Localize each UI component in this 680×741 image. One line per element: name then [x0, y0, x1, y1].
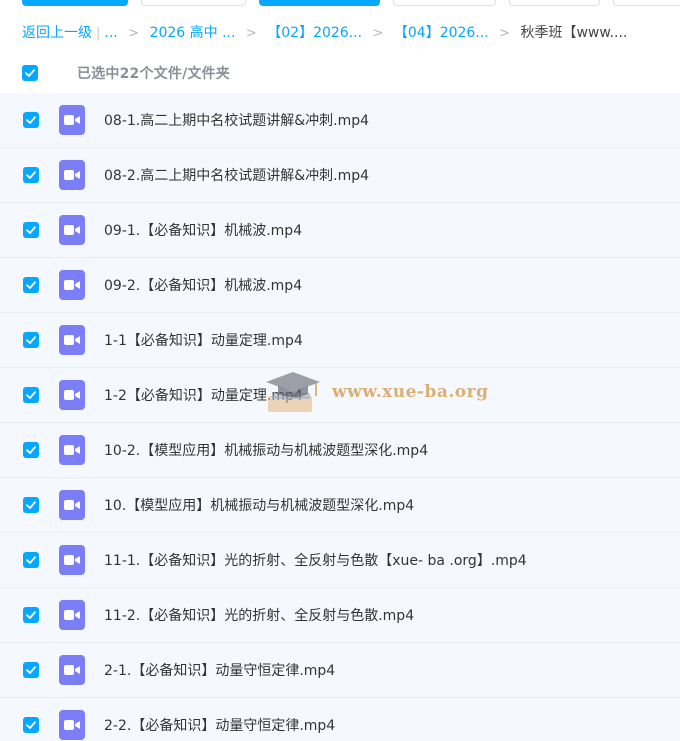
file-browser: 返回上一级 |... > 2026 高中 ... > 【02】2026... > …: [0, 0, 680, 741]
breadcrumb-ellipsis[interactable]: ...: [104, 25, 117, 41]
chevron-right-icon: >: [128, 26, 140, 41]
file-row[interactable]: 10-2.【模型应用】机械振动与机械波题型深化.mp4: [0, 423, 680, 478]
file-name[interactable]: 10-2.【模型应用】机械振动与机械波题型深化.mp4: [104, 440, 428, 460]
video-icon: [59, 600, 85, 630]
file-row[interactable]: 1-2【必备知识】动量定理.mp4: [0, 368, 680, 423]
file-name[interactable]: 09-2.【必备知识】机械波.mp4: [104, 275, 302, 295]
select-all-bar: 已选中22个文件/文件夹: [22, 62, 230, 84]
checkmark-icon: [26, 501, 36, 509]
file-row[interactable]: 10.【模型应用】机械振动与机械波题型深化.mp4: [0, 478, 680, 533]
toolbar-button[interactable]: [509, 0, 600, 6]
checkmark-icon: [26, 556, 36, 564]
row-checkbox[interactable]: [23, 112, 39, 128]
row-checkbox[interactable]: [23, 332, 39, 348]
file-row[interactable]: 08-2.高二上期中名校试题讲解&冲刺.mp4: [0, 148, 680, 203]
toolbar-button[interactable]: [22, 0, 128, 6]
checkmark-icon: [26, 116, 36, 124]
file-row[interactable]: 08-1.高二上期中名校试题讲解&冲刺.mp4: [0, 93, 680, 148]
breadcrumb-divider: |: [96, 26, 101, 41]
toolbar-button[interactable]: [259, 0, 380, 6]
row-checkbox[interactable]: [23, 222, 39, 238]
file-name[interactable]: 08-1.高二上期中名校试题讲解&冲刺.mp4: [104, 110, 369, 130]
checkmark-icon: [26, 336, 36, 344]
file-name[interactable]: 10.【模型应用】机械振动与机械波题型深化.mp4: [104, 495, 414, 515]
checkmark-icon: [26, 391, 36, 399]
video-icon: [59, 325, 85, 355]
checkmark-icon: [26, 226, 36, 234]
toolbar-button[interactable]: [393, 0, 496, 6]
file-row[interactable]: 09-1.【必备知识】机械波.mp4: [0, 203, 680, 258]
row-checkbox[interactable]: [23, 167, 39, 183]
file-name[interactable]: 2-1.【必备知识】动量守恒定律.mp4: [104, 660, 335, 680]
checkmark-icon: [26, 721, 36, 729]
video-icon: [59, 270, 85, 300]
file-list: 08-1.高二上期中名校试题讲解&冲刺.mp4 08-2.高二上期中名校试题讲解&…: [0, 93, 680, 741]
chevron-right-icon: >: [499, 26, 511, 41]
video-icon: [59, 710, 85, 740]
row-checkbox[interactable]: [23, 497, 39, 513]
select-all-checkbox[interactable]: [22, 65, 38, 81]
checkmark-icon: [26, 281, 36, 289]
checkmark-icon: [26, 171, 36, 179]
breadcrumb-item[interactable]: 2026 高中 ...: [150, 25, 236, 41]
row-checkbox[interactable]: [23, 662, 39, 678]
breadcrumb-item[interactable]: 【02】2026...: [267, 25, 362, 41]
file-name[interactable]: 09-1.【必备知识】机械波.mp4: [104, 220, 302, 240]
video-icon: [59, 105, 85, 135]
file-row[interactable]: 1-1【必备知识】动量定理.mp4: [0, 313, 680, 368]
breadcrumb: 返回上一级 |... > 2026 高中 ... > 【02】2026... > …: [22, 22, 672, 44]
row-checkbox[interactable]: [23, 277, 39, 293]
file-name[interactable]: 11-2.【必备知识】光的折射、全反射与色散.mp4: [104, 605, 414, 625]
checkmark-icon: [25, 69, 35, 77]
chevron-right-icon: >: [245, 26, 257, 41]
chevron-right-icon: >: [372, 26, 384, 41]
row-checkbox[interactable]: [23, 552, 39, 568]
video-icon: [59, 655, 85, 685]
file-name[interactable]: 11-1.【必备知识】光的折射、全反射与色散【xue- ba .org】.mp4: [104, 550, 527, 570]
file-name[interactable]: 2-2.【必备知识】动量守恒定律.mp4: [104, 715, 335, 735]
row-checkbox[interactable]: [23, 442, 39, 458]
video-icon: [59, 490, 85, 520]
file-row[interactable]: 11-1.【必备知识】光的折射、全反射与色散【xue- ba .org】.mp4: [0, 533, 680, 588]
file-name[interactable]: 08-2.高二上期中名校试题讲解&冲刺.mp4: [104, 165, 369, 185]
video-icon: [59, 160, 85, 190]
video-icon: [59, 435, 85, 465]
file-row[interactable]: 11-2.【必备知识】光的折射、全反射与色散.mp4: [0, 588, 680, 643]
file-row[interactable]: 2-1.【必备知识】动量守恒定律.mp4: [0, 643, 680, 698]
video-icon: [59, 215, 85, 245]
video-icon: [59, 545, 85, 575]
file-row[interactable]: 09-2.【必备知识】机械波.mp4: [0, 258, 680, 313]
file-name[interactable]: 1-1【必备知识】动量定理.mp4: [104, 330, 303, 350]
toolbar-button[interactable]: [613, 0, 680, 6]
row-checkbox[interactable]: [23, 387, 39, 403]
breadcrumb-item[interactable]: 【04】2026...: [394, 25, 489, 41]
toolbar-button[interactable]: [141, 0, 246, 6]
selection-count: 已选中22个文件/文件夹: [77, 66, 230, 82]
file-name[interactable]: 1-2【必备知识】动量定理.mp4: [104, 385, 303, 405]
breadcrumb-back-link[interactable]: 返回上一级: [22, 25, 92, 41]
row-checkbox[interactable]: [23, 607, 39, 623]
file-row[interactable]: 2-2.【必备知识】动量守恒定律.mp4: [0, 698, 680, 741]
checkmark-icon: [26, 446, 36, 454]
toolbar: [0, 0, 680, 8]
checkmark-icon: [26, 611, 36, 619]
breadcrumb-current: 秋季班【www....: [520, 25, 628, 41]
row-checkbox[interactable]: [23, 717, 39, 733]
checkmark-icon: [26, 666, 36, 674]
video-icon: [59, 380, 85, 410]
